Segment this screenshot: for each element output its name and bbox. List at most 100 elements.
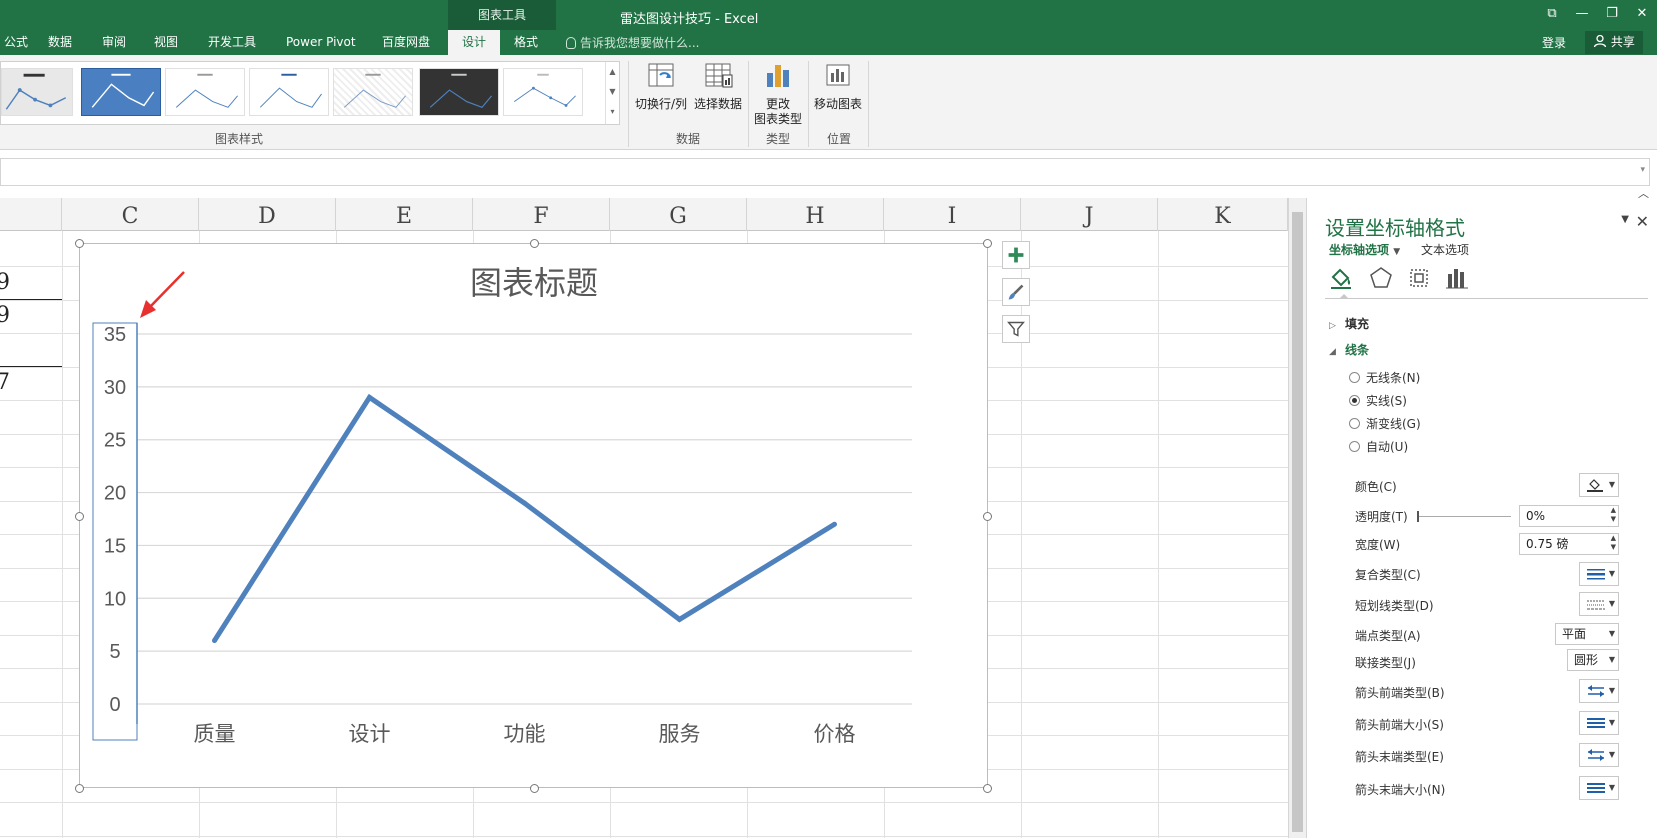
formula-bar[interactable]: ▾ [0,158,1650,186]
resize-handle[interactable] [983,239,992,248]
tell-me-search[interactable]: 告诉我您想要做什么... [566,34,699,51]
tab-design[interactable]: 设计 [448,30,500,55]
chart-style-1[interactable] [1,68,73,116]
end-arrow-size-picker[interactable]: ▼ [1579,776,1619,800]
minimize-icon[interactable]: — [1567,4,1597,24]
switch-row-column-button[interactable]: 切换行/列 [633,61,689,112]
column-header-d[interactable]: D [199,198,336,231]
spin-arrows-icon[interactable]: ▲ ▼ [1611,534,1616,552]
share-button[interactable]: 共享 [1585,31,1643,54]
begin-arrow-size-picker[interactable]: ▼ [1579,711,1619,735]
compound-type-picker[interactable]: ▼ [1579,562,1619,586]
column-header-f[interactable]: F [473,198,610,231]
column-header-partial[interactable] [0,198,62,231]
signin-link[interactable]: 登录 [1542,34,1566,51]
resize-handle[interactable] [75,512,84,521]
gallery-more-icon[interactable]: ▾ [606,102,619,122]
y-tick-label[interactable]: 5 [109,641,120,663]
chart-style-4[interactable] [249,68,329,116]
slider-knob[interactable] [1417,511,1419,522]
tab-format[interactable]: 格式 [510,30,542,55]
y-tick-label[interactable]: 35 [104,324,126,346]
data-point[interactable] [677,616,682,622]
chart-style-5[interactable] [333,68,413,116]
pane-options-icon[interactable]: ▼ [1621,214,1629,225]
y-tick-label[interactable]: 0 [109,694,120,716]
gallery-up-icon[interactable]: ▲ [606,62,619,82]
tab-power-pivot[interactable]: Power Pivot [282,30,360,55]
transparency-input[interactable]: 0% ▲ ▼ [1519,505,1619,527]
column-header-g[interactable]: G [610,198,747,231]
radio-circle[interactable] [1349,418,1360,429]
y-tick-label[interactable]: 30 [104,377,126,399]
chart-style-2[interactable] [81,68,161,116]
expand-formula-bar-icon[interactable]: ▾ [1640,165,1645,175]
column-header-k[interactable]: K [1158,198,1288,231]
axis-options-dropdown[interactable]: 坐标轴选项 ▼ [1329,241,1400,258]
tab-review[interactable]: 审阅 [98,30,130,55]
section-line[interactable]: ◢ 线条 [1329,341,1369,358]
x-category-label[interactable]: 质量 [194,723,236,746]
width-input[interactable]: 0.75 磅 ▲ ▼ [1519,533,1619,555]
radio-no-line[interactable]: 无线条(N) [1349,369,1420,386]
x-category-label[interactable]: 服务 [659,723,701,746]
data-point[interactable] [522,500,527,506]
tab-view[interactable]: 视图 [150,30,182,55]
transparency-slider[interactable] [1417,511,1511,522]
chart-style-6[interactable] [419,68,499,116]
axis-options-tab[interactable] [1443,264,1471,292]
radio-circle[interactable] [1349,441,1360,452]
data-point[interactable] [367,394,372,400]
line-color-picker[interactable]: ▼ [1579,473,1619,497]
join-type-select[interactable]: 圆形 ▼ [1567,649,1619,671]
change-chart-type-button[interactable]: 更改 图表类型 [752,61,804,127]
resize-handle[interactable] [983,784,992,793]
tab-data[interactable]: 数据 [44,30,76,55]
gallery-down-icon[interactable]: ▼ [606,82,619,102]
chart-elements-button[interactable] [1002,241,1030,269]
select-data-button[interactable]: 选择数据 [692,61,744,112]
gallery-scrollbar[interactable]: ▲ ▼ ▾ [605,62,619,124]
y-tick-label[interactable]: 20 [104,483,126,505]
effects-tab[interactable] [1367,264,1395,292]
cap-type-select[interactable]: 平面 ▼ [1555,623,1619,645]
size-properties-tab[interactable] [1405,264,1433,292]
chart-area[interactable]: 图表标题 0 5 10 15 20 25 30 35 质量 设计 功能 服务 价格 [75,239,992,793]
column-header-h[interactable]: H [747,198,884,231]
close-icon[interactable]: ✕ [1627,4,1657,24]
ribbon-display-icon[interactable]: ⧉ [1537,4,1567,24]
chart-filters-button[interactable] [1002,315,1030,343]
radio-circle[interactable] [1349,372,1360,383]
tab-baidu-netdisk[interactable]: 百度网盘 [378,30,434,55]
y-tick-label[interactable]: 10 [104,588,126,610]
maximize-icon[interactable]: ❐ [1597,4,1627,24]
chart-styles-button[interactable] [1002,278,1030,306]
data-point[interactable] [212,638,217,644]
resize-handle[interactable] [530,239,539,248]
radio-solid-line[interactable]: 实线(S) [1349,392,1407,409]
y-tick-label[interactable]: 25 [104,430,126,452]
spin-arrows-icon[interactable]: ▲ ▼ [1611,506,1616,524]
tab-developer[interactable]: 开发工具 [204,30,260,55]
chart-style-3[interactable] [165,68,245,116]
radio-gradient-line[interactable]: 渐变线(G) [1349,415,1421,432]
pane-close-icon[interactable]: ✕ [1636,212,1649,231]
series-line[interactable] [212,393,836,642]
data-point[interactable] [832,521,837,527]
chart-style-7[interactable] [503,68,583,116]
radio-auto[interactable]: 自动(U) [1349,438,1408,455]
column-header-i[interactable]: I [884,198,1021,231]
dash-type-picker[interactable]: ▼ [1579,592,1619,616]
chart-title[interactable]: 图表标题 [470,265,598,301]
resize-handle[interactable] [983,512,992,521]
resize-handle[interactable] [75,239,84,248]
tab-formulas[interactable]: 公式 [0,30,32,55]
radio-circle-selected[interactable] [1349,395,1360,406]
resize-handle[interactable] [530,784,539,793]
pane-scrollbar[interactable] [1288,198,1306,838]
text-options-tab[interactable]: 文本选项 [1421,241,1469,258]
begin-arrow-type-picker[interactable]: ▼ [1579,679,1619,703]
x-category-label[interactable]: 功能 [504,723,546,746]
column-header-j[interactable]: J [1021,198,1158,231]
x-category-label[interactable]: 价格 [814,723,856,746]
